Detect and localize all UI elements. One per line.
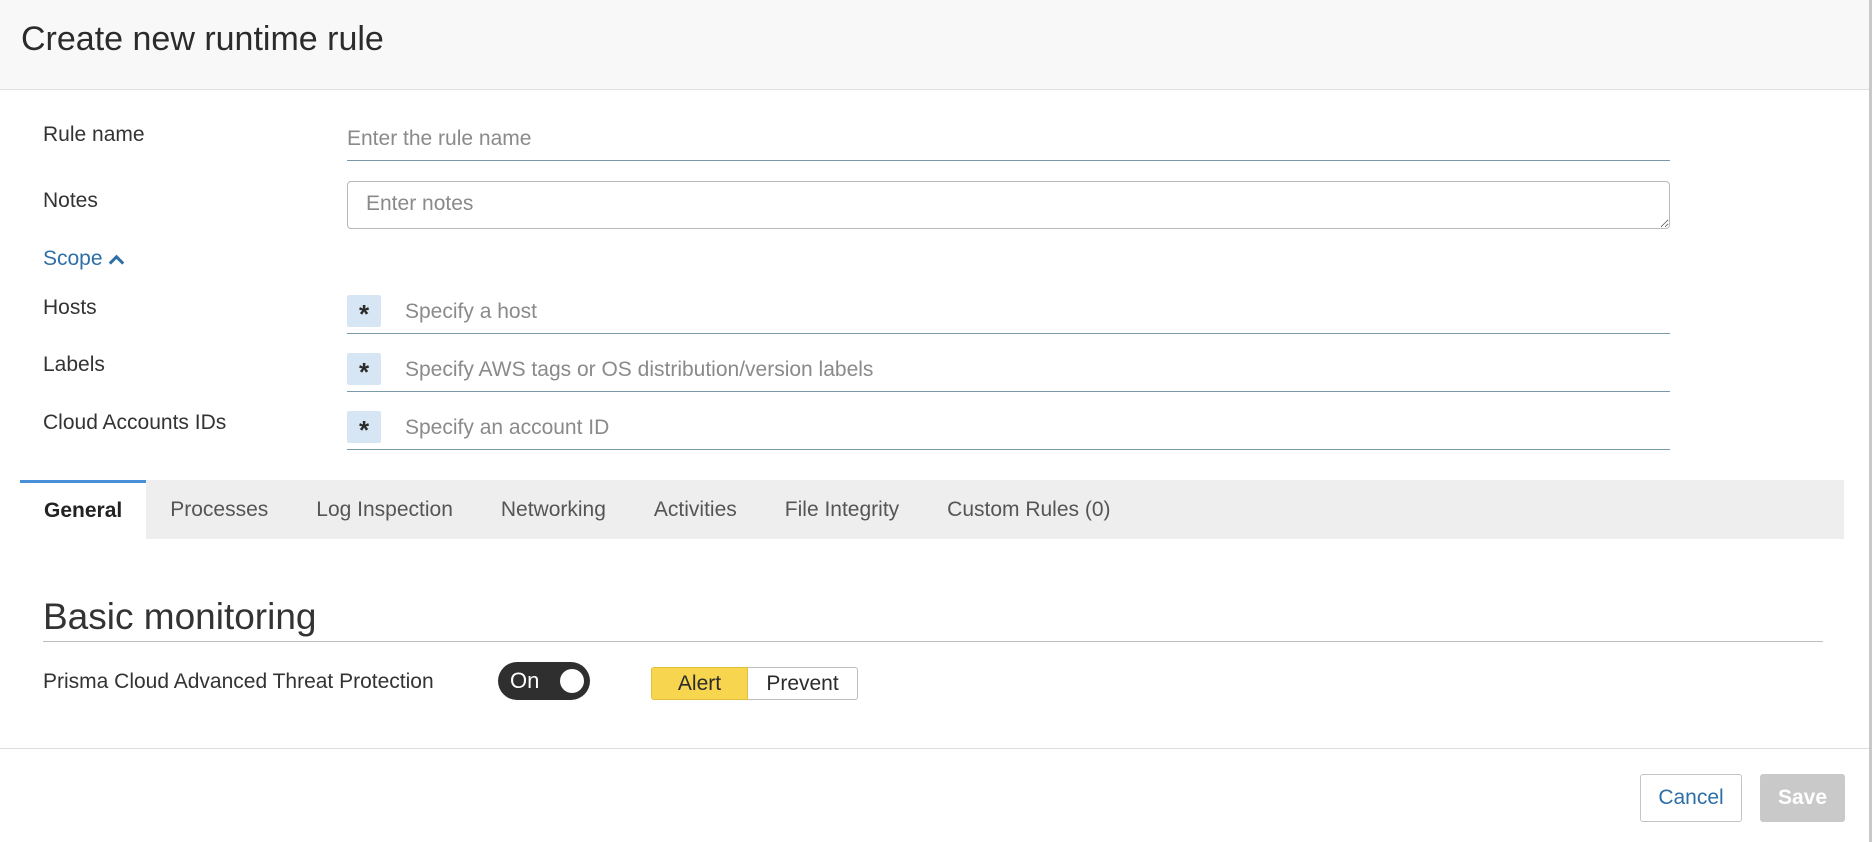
save-button[interactable]: Save (1760, 774, 1845, 822)
section-title: Basic monitoring (43, 596, 317, 637)
hosts-label: Hosts (43, 296, 97, 319)
cloud-accounts-scope-field: * (347, 407, 1670, 450)
cancel-button[interactable]: Cancel (1640, 774, 1742, 822)
hosts-input[interactable] (403, 291, 1667, 333)
asterisk-icon[interactable]: * (347, 411, 381, 445)
tab-activities[interactable]: Activities (630, 480, 761, 539)
labels-scope-field: * (347, 349, 1670, 392)
toggle-state-text: On (510, 668, 540, 693)
scope-toggle-label: Scope (43, 247, 103, 270)
labels-input[interactable] (403, 349, 1667, 391)
notes-textarea[interactable] (347, 181, 1670, 229)
dialog-header: Create new runtime rule (0, 0, 1869, 90)
tab-general[interactable]: General (20, 480, 147, 539)
tab-processes[interactable]: Processes (146, 480, 292, 539)
scope-toggle[interactable]: Scope (43, 247, 124, 271)
atp-label: Prisma Cloud Advanced Threat Protection (43, 670, 434, 693)
cloud-accounts-input[interactable] (403, 407, 1667, 449)
rule-tabs: General Processes Log Inspection Network… (20, 480, 1844, 539)
tab-file-integrity[interactable]: File Integrity (761, 480, 923, 539)
footer-divider (0, 748, 1869, 749)
rule-name-label: Rule name (43, 123, 145, 146)
tab-log-inspection[interactable]: Log Inspection (292, 480, 477, 539)
asterisk-icon[interactable]: * (347, 295, 381, 329)
labels-label: Labels (43, 353, 105, 376)
hosts-scope-field: * (347, 291, 1670, 334)
notes-label: Notes (43, 189, 98, 212)
alert-mode-button[interactable]: Alert (651, 667, 748, 700)
dialog-title: Create new runtime rule (21, 20, 384, 58)
section-divider (43, 641, 1823, 642)
tab-custom-rules[interactable]: Custom Rules (0) (923, 480, 1134, 539)
toggle-knob (560, 669, 584, 693)
prevent-mode-button[interactable]: Prevent (748, 667, 858, 700)
tab-networking[interactable]: Networking (477, 480, 630, 539)
cloud-accounts-label: Cloud Accounts IDs (43, 411, 227, 434)
asterisk-icon[interactable]: * (347, 353, 381, 387)
atp-toggle[interactable]: On (498, 662, 590, 700)
rule-name-input[interactable] (347, 118, 1670, 161)
chevron-up-icon (108, 254, 124, 270)
